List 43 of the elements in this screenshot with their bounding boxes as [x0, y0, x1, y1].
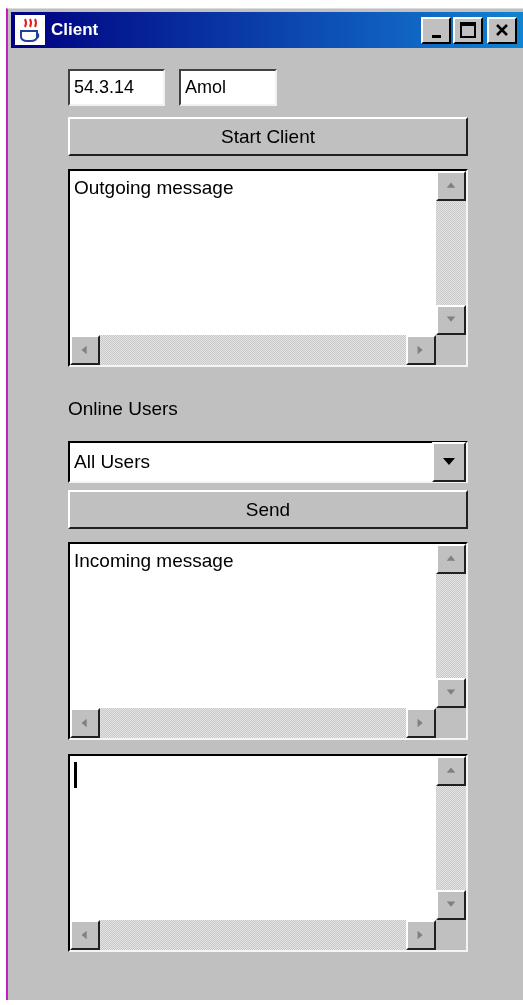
- scrollbar-corner: [436, 708, 466, 738]
- incoming-message-area[interactable]: Incoming message: [68, 542, 468, 740]
- scrollbar-corner: [436, 920, 466, 950]
- message-text: Outgoing message: [74, 177, 234, 198]
- scroll-down-button[interactable]: [436, 678, 466, 708]
- minimize-button[interactable]: [421, 16, 451, 44]
- outgoing-message-area[interactable]: Outgoing message: [68, 169, 468, 367]
- send-button[interactable]: Send: [68, 490, 468, 529]
- scroll-up-button[interactable]: [436, 544, 466, 574]
- scroll-right-button[interactable]: [406, 920, 436, 950]
- close-button[interactable]: [487, 16, 517, 44]
- horizontal-scrollbar[interactable]: [70, 920, 436, 950]
- close-icon: [495, 23, 509, 37]
- scroll-right-button[interactable]: [406, 708, 436, 738]
- compose-message-area[interactable]: [68, 754, 468, 952]
- vertical-scrollbar[interactable]: [436, 756, 466, 920]
- vertical-scrollbar[interactable]: [436, 544, 466, 708]
- maximize-button[interactable]: [453, 16, 483, 44]
- online-users-label: Online Users: [68, 398, 179, 420]
- users-dropdown[interactable]: All Users: [68, 441, 468, 483]
- scroll-left-button[interactable]: [70, 920, 100, 950]
- horizontal-scrollbar[interactable]: [70, 708, 436, 738]
- vertical-scrollbar[interactable]: [436, 171, 466, 335]
- dropdown-arrow-button[interactable]: [432, 442, 466, 482]
- dropdown-value: All Users: [74, 451, 150, 473]
- scroll-right-button[interactable]: [406, 335, 436, 365]
- scroll-left-button[interactable]: [70, 708, 100, 738]
- horizontal-scrollbar[interactable]: [70, 335, 436, 365]
- text-field[interactable]: 54.3.14: [68, 69, 165, 106]
- window-title: Client: [51, 20, 100, 40]
- scroll-left-button[interactable]: [70, 335, 100, 365]
- scroll-up-button[interactable]: [436, 756, 466, 786]
- minimize-icon: [431, 34, 441, 38]
- caret-icon: [443, 458, 455, 466]
- scroll-down-button[interactable]: [436, 305, 466, 335]
- scroll-down-button[interactable]: [436, 890, 466, 920]
- maximize-icon: [460, 22, 476, 38]
- scroll-up-button[interactable]: [436, 171, 466, 201]
- text-field[interactable]: Amol: [179, 69, 277, 106]
- scrollbar-corner: [436, 335, 466, 365]
- app-icon: [15, 15, 45, 45]
- start-client-button[interactable]: Start Client: [68, 117, 468, 156]
- message-text: Incoming message: [74, 550, 234, 571]
